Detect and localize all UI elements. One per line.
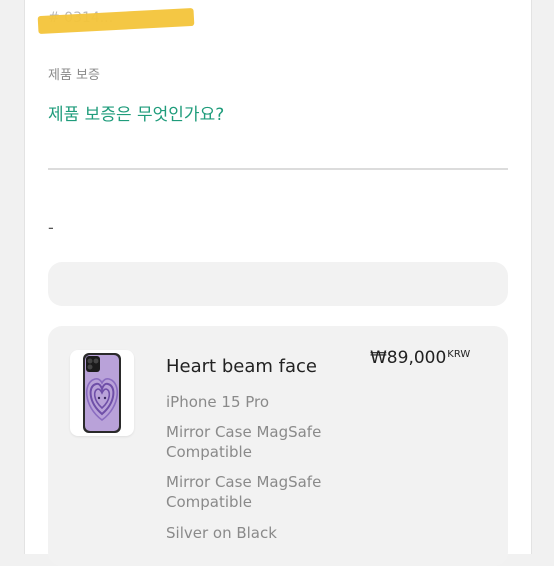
- note-text: -: [48, 218, 54, 237]
- product-thumbnail[interactable]: [70, 350, 134, 436]
- price-amount: ₩89,000: [370, 348, 447, 368]
- section-label-warranty: 제품 보증: [48, 68, 100, 83]
- product-card[interactable]: Heart beam face ₩89,000KRW iPhone 15 Pro…: [48, 326, 508, 566]
- empty-info-bar: [48, 262, 508, 306]
- option-device: iPhone 15 Pro: [166, 393, 270, 411]
- product-price: ₩89,000KRW: [370, 348, 470, 368]
- phone-case-image: [83, 353, 121, 433]
- warranty-faq-link[interactable]: 제품 보증은 무엇인가요?: [48, 100, 224, 125]
- divider: [48, 168, 508, 170]
- option-color: Silver on Black: [166, 524, 277, 542]
- option-case-type-1: Mirror Case MagSafe Compatible: [166, 423, 322, 461]
- product-name[interactable]: Heart beam face: [166, 356, 317, 377]
- option-case-type-2: Mirror Case MagSafe Compatible: [166, 473, 322, 511]
- price-currency: KRW: [447, 349, 471, 360]
